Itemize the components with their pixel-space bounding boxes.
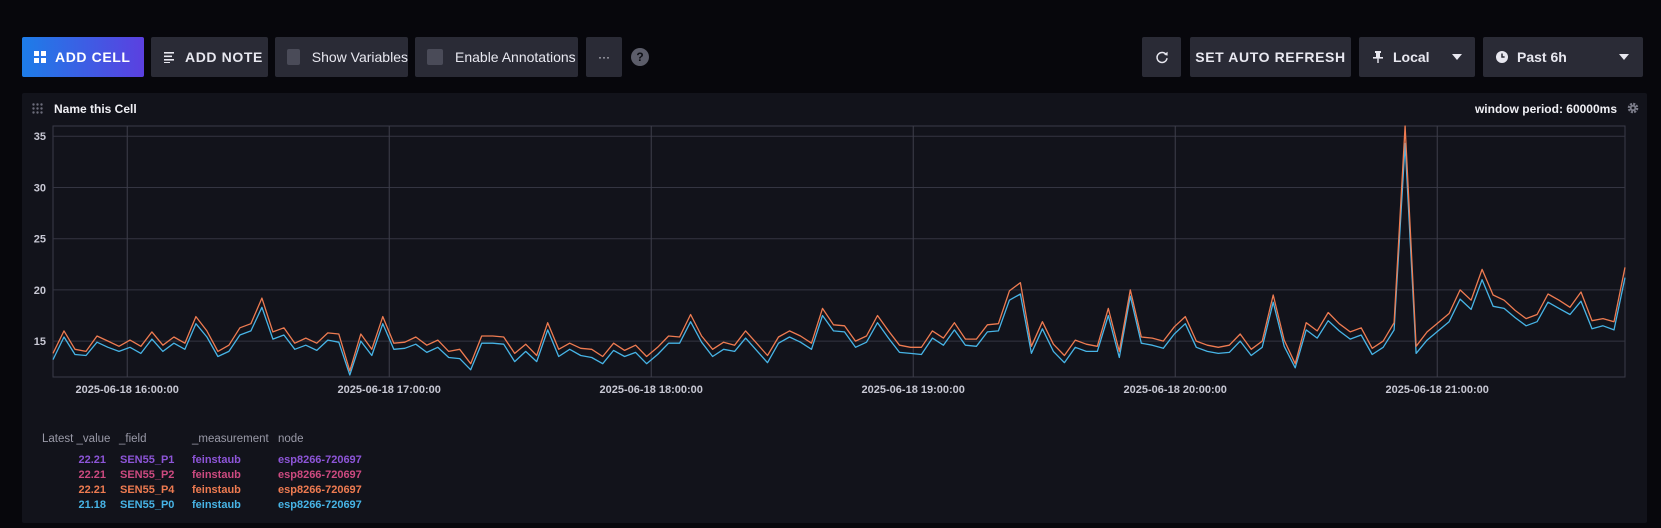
legend-header-value: Latest _value: [42, 433, 111, 445]
time-range-label: Past 6h: [1517, 49, 1567, 65]
legend-value: 22.21: [78, 484, 106, 496]
x-tick-label: 2025-06-18 16:00:00: [76, 384, 179, 396]
legend-measurement: feinstaub: [192, 454, 241, 466]
plot-frame: [52, 125, 1626, 378]
dashboard-cell: Name this Cell window period: 60000ms 15…: [22, 93, 1647, 523]
add-cell-button[interactable]: ADD CELL: [22, 37, 144, 77]
series-line-sen55_p0: [52, 142, 1626, 376]
legend-header-node: node: [278, 433, 304, 445]
dashboard-toolbar: ADD CELL ADD NOTE Show Variables Enable …: [22, 37, 1643, 77]
series-line-sen55_p4: [52, 125, 1626, 372]
set-auto-refresh-button[interactable]: SET AUTO REFRESH: [1190, 37, 1351, 77]
enable-annotations-checkbox[interactable]: [427, 49, 443, 65]
legend-node: esp8266-720697: [278, 469, 362, 481]
legend-measurement: feinstaub: [192, 469, 241, 481]
show-variables-toggle[interactable]: Show Variables: [275, 37, 408, 77]
auto-refresh-label: SET AUTO REFRESH: [1195, 49, 1346, 65]
chevron-down-icon: [1452, 54, 1462, 60]
help-label: ?: [636, 50, 644, 64]
add-note-button[interactable]: ADD NOTE: [151, 37, 268, 77]
legend-value: 22.21: [78, 469, 106, 481]
enable-annotations-toggle[interactable]: Enable Annotations: [415, 37, 578, 77]
enable-annotations-label: Enable Annotations: [455, 49, 576, 65]
cell-title[interactable]: Name this Cell: [54, 102, 137, 116]
y-tick-label: 30: [34, 182, 46, 194]
more-options-label: ···: [598, 50, 610, 64]
grid-icon: [34, 51, 46, 63]
time-range-dropdown[interactable]: Past 6h: [1483, 37, 1643, 77]
legend-header-measurement: _measurement: [192, 433, 269, 445]
y-tick-label: 20: [34, 285, 46, 297]
x-tick-label: 2025-06-18 17:00:00: [338, 384, 441, 396]
refresh-button[interactable]: [1142, 37, 1181, 77]
y-tick-label: 35: [34, 131, 46, 143]
add-cell-label: ADD CELL: [55, 49, 131, 65]
timezone-label: Local: [1393, 49, 1430, 65]
legend-header-field: _field: [119, 433, 147, 445]
y-tick-label: 25: [34, 234, 46, 246]
clock-icon: [1496, 51, 1508, 63]
x-tick-label: 2025-06-18 21:00:00: [1386, 384, 1489, 396]
x-tick-label: 2025-06-18 18:00:00: [600, 384, 703, 396]
line-chart: 15 20 25 30 35 2025-06-18 16:00:00 2025-06-18 …: [34, 125, 1626, 396]
note-icon: [164, 52, 174, 63]
show-variables-label: Show Variables: [311, 49, 408, 65]
timezone-dropdown[interactable]: Local: [1359, 37, 1475, 77]
more-options-button[interactable]: ···: [586, 37, 622, 77]
refresh-icon: [1155, 51, 1168, 64]
legend-field: SEN55_P1: [120, 454, 175, 466]
legend-field: SEN55_P4: [120, 484, 175, 496]
gear-icon[interactable]: [1627, 102, 1639, 114]
add-note-label: ADD NOTE: [185, 49, 263, 65]
pin-icon: [1373, 51, 1383, 63]
legend-measurement: feinstaub: [192, 499, 241, 511]
legend-measurement: feinstaub: [192, 484, 241, 496]
legend-field: SEN55_P0: [120, 499, 175, 511]
legend-node: esp8266-720697: [278, 499, 362, 511]
chevron-down-icon: [1619, 54, 1629, 60]
legend-value: 21.18: [78, 499, 106, 511]
y-tick-label: 15: [34, 336, 46, 348]
x-tick-label: 2025-06-18 20:00:00: [1124, 384, 1227, 396]
window-period: window period: 60000ms: [1474, 102, 1617, 116]
legend-node: esp8266-720697: [278, 484, 362, 496]
cell-header: Name this Cell window period: 60000ms: [22, 93, 1647, 123]
x-tick-label: 2025-06-18 19:00:00: [862, 384, 965, 396]
help-icon[interactable]: ?: [631, 48, 649, 66]
legend-field: SEN55_P2: [120, 469, 175, 481]
legend-node: esp8266-720697: [278, 454, 362, 466]
show-variables-checkbox[interactable]: [287, 49, 300, 65]
legend-value: 22.21: [78, 454, 106, 466]
drag-handle-icon[interactable]: [32, 103, 43, 114]
